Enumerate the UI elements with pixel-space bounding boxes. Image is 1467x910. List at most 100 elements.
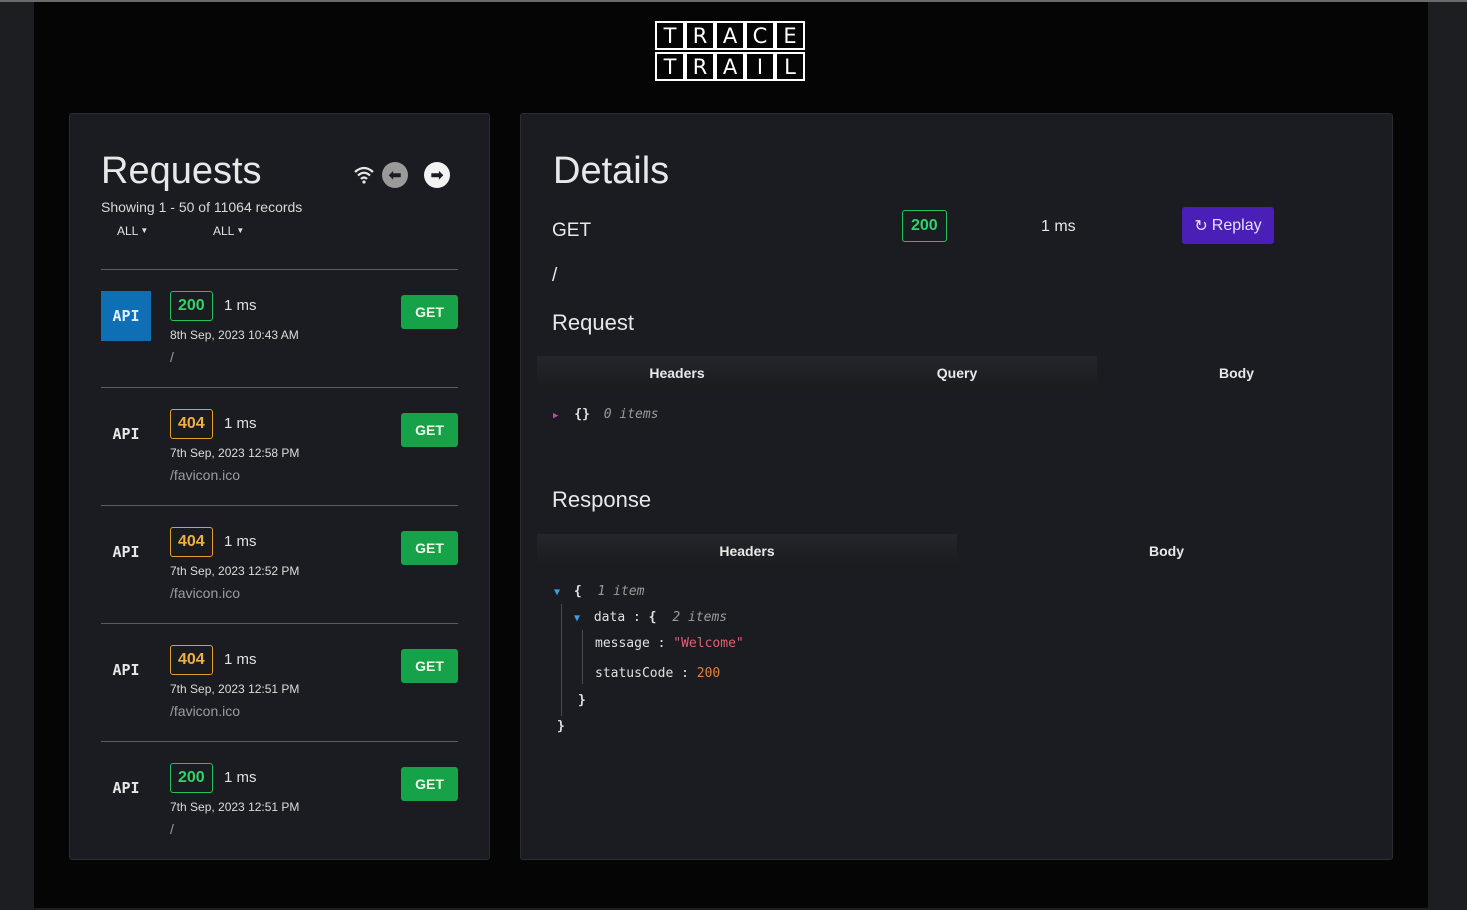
logo-letter: R bbox=[685, 52, 715, 81]
json-number-value: 200 bbox=[696, 666, 721, 681]
response-json-viewer: ▼ { 1 item ▼ data : { 2 items message : … bbox=[554, 584, 954, 744]
json-key: message bbox=[595, 636, 650, 651]
method-badge[interactable]: GET bbox=[401, 413, 458, 447]
path-text: / bbox=[170, 821, 174, 837]
path-text: /favicon.ico bbox=[170, 467, 241, 483]
duration-text: 1 ms bbox=[224, 651, 257, 668]
json-brace: } bbox=[578, 693, 586, 708]
api-type-badge: API bbox=[112, 779, 140, 797]
detail-method: GET bbox=[552, 220, 592, 241]
path-text: / bbox=[170, 349, 174, 365]
detail-path: / bbox=[552, 265, 558, 286]
collapse-triangle-icon[interactable]: ▼ bbox=[554, 587, 560, 598]
method-badge[interactable]: GET bbox=[401, 649, 458, 683]
status-badge: 404 bbox=[170, 645, 213, 675]
timestamp-text: 7th Sep, 2023 12:51 PM bbox=[170, 800, 300, 814]
timestamp-text: 7th Sep, 2023 12:52 PM bbox=[170, 564, 300, 578]
arrow-right-icon: ➡ bbox=[430, 167, 444, 184]
request-row[interactable]: API 404 1 ms 7th Sep, 2023 12:52 PM /fav… bbox=[101, 505, 458, 623]
status-badge: 404 bbox=[170, 527, 213, 557]
json-brace: } bbox=[557, 719, 565, 734]
logo-letter: A bbox=[715, 21, 745, 50]
request-row[interactable]: API 200 1 ms 7th Sep, 2023 12:51 PM / GE… bbox=[101, 741, 458, 859]
collapse-triangle-icon[interactable]: ▼ bbox=[574, 613, 580, 624]
api-type-badge: API bbox=[101, 291, 151, 341]
json-item-count: 1 item bbox=[597, 584, 645, 599]
tab-response-headers[interactable]: Headers bbox=[537, 534, 957, 567]
request-tabs: Headers Query Body bbox=[537, 356, 1376, 389]
status-filter-dropdown[interactable]: ALL ▼ bbox=[117, 224, 148, 238]
duration-text: 1 ms bbox=[224, 769, 257, 786]
request-row[interactable]: API 200 1 ms 8th Sep, 2023 10:43 AM / GE… bbox=[101, 269, 458, 387]
json-item-count: 0 items bbox=[603, 407, 659, 422]
json-key: statusCode bbox=[595, 666, 674, 681]
chevron-down-icon: ▼ bbox=[236, 226, 245, 235]
json-brace: {} bbox=[574, 407, 590, 422]
detail-duration: 1 ms bbox=[1041, 218, 1076, 235]
request-list: API 200 1 ms 8th Sep, 2023 10:43 AM / GE… bbox=[101, 269, 458, 859]
json-indent-guide bbox=[561, 604, 562, 716]
logo-letter: T bbox=[655, 52, 685, 81]
method-badge[interactable]: GET bbox=[401, 531, 458, 565]
json-item-count: 2 items bbox=[672, 610, 728, 625]
timestamp-text: 7th Sep, 2023 12:58 PM bbox=[170, 446, 300, 460]
api-type-badge: API bbox=[112, 425, 140, 443]
requests-title: Requests bbox=[101, 150, 262, 192]
api-type-badge: API bbox=[112, 661, 140, 679]
json-brace: { bbox=[573, 584, 582, 599]
duration-text: 1 ms bbox=[224, 297, 257, 314]
request-json-viewer: ▶ {} 0 items bbox=[553, 407, 659, 422]
detail-status-badge: 200 bbox=[902, 210, 947, 242]
response-tabs: Headers Body bbox=[537, 534, 1376, 567]
next-page-button[interactable]: ➡ bbox=[424, 162, 450, 188]
tab-response-body[interactable]: Body bbox=[957, 534, 1376, 567]
tab-request-body[interactable]: Body bbox=[1097, 356, 1376, 389]
logo-letter: E bbox=[775, 21, 805, 50]
method-filter-dropdown[interactable]: ALL ▼ bbox=[213, 224, 244, 238]
json-entry: statusCode : 200 bbox=[595, 666, 720, 681]
json-key: data bbox=[593, 610, 626, 625]
request-row[interactable]: API 404 1 ms 7th Sep, 2023 12:58 PM /fav… bbox=[101, 387, 458, 505]
path-text: /favicon.ico bbox=[170, 585, 241, 601]
json-colon: : bbox=[633, 610, 641, 625]
replay-label: Replay bbox=[1211, 216, 1262, 234]
response-section-title: Response bbox=[552, 487, 652, 512]
json-colon: : bbox=[681, 666, 689, 681]
expand-triangle-icon[interactable]: ▶ bbox=[553, 411, 558, 421]
json-string-value: "Welcome" bbox=[673, 636, 744, 651]
duration-text: 1 ms bbox=[224, 533, 257, 550]
logo-letter: I bbox=[745, 52, 775, 81]
json-colon: : bbox=[657, 636, 666, 651]
refresh-icon: ↻ bbox=[1194, 217, 1208, 235]
method-filter-label: ALL bbox=[213, 224, 235, 238]
json-entry: message : "Welcome" bbox=[595, 636, 744, 651]
status-badge: 200 bbox=[170, 291, 213, 321]
logo-letter: R bbox=[685, 21, 715, 50]
timestamp-text: 8th Sep, 2023 10:43 AM bbox=[170, 328, 299, 342]
json-indent-guide bbox=[582, 630, 583, 684]
chevron-down-icon: ▼ bbox=[140, 226, 149, 235]
json-brace: { bbox=[648, 610, 657, 625]
timestamp-text: 7th Sep, 2023 12:51 PM bbox=[170, 682, 300, 696]
requests-panel: Requests Showing 1 - 50 of 11064 records… bbox=[69, 113, 490, 860]
logo-letter: T bbox=[655, 21, 685, 50]
tab-request-headers[interactable]: Headers bbox=[537, 356, 817, 389]
logo-letter: L bbox=[775, 52, 805, 81]
duration-text: 1 ms bbox=[224, 415, 257, 432]
trace-trail-logo: T R A C E T R A I L bbox=[655, 21, 807, 83]
live-wifi-icon[interactable] bbox=[353, 165, 375, 185]
details-title: Details bbox=[553, 150, 670, 192]
request-row[interactable]: API 404 1 ms 7th Sep, 2023 12:51 PM /fav… bbox=[101, 623, 458, 741]
logo-letter: C bbox=[745, 21, 775, 50]
method-badge[interactable]: GET bbox=[401, 295, 458, 329]
method-badge[interactable]: GET bbox=[401, 767, 458, 801]
arrow-left-icon: ⬅ bbox=[388, 167, 402, 184]
replay-button[interactable]: ↻ Replay bbox=[1182, 207, 1274, 244]
status-badge: 200 bbox=[170, 763, 213, 793]
request-section-title: Request bbox=[552, 310, 634, 335]
previous-page-button[interactable]: ⬅ bbox=[382, 162, 408, 188]
records-count: Showing 1 - 50 of 11064 records bbox=[101, 199, 303, 215]
api-type-badge: API bbox=[112, 543, 140, 561]
status-badge: 404 bbox=[170, 409, 213, 439]
tab-request-query[interactable]: Query bbox=[817, 356, 1097, 389]
